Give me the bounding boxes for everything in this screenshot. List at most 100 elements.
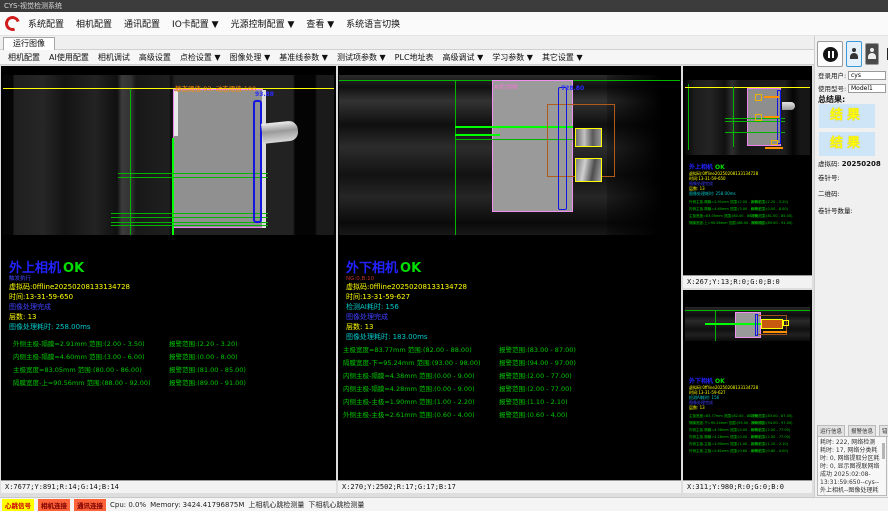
lower-camera-heartbeat: 下相机心跳检测量 xyxy=(308,500,364,510)
result-process-time: 图像处理耗时: 258.00ms xyxy=(9,322,130,332)
thumbnail-image-lower[interactable] xyxy=(685,307,810,341)
measurement-list-upper: 外侧主极-隔膜=2.91mm 范围:(2.00 - 3.50)报警范围:(2.2… xyxy=(13,338,246,390)
heartbeat-badge: 心跳信号 xyxy=(2,499,34,511)
measurement-row: 内侧主极-主极=1.90mm 范围:(1.00 - 2.20)报警范围:(1.1… xyxy=(343,396,576,409)
tool-item[interactable]: 相机调试 xyxy=(98,52,130,63)
camera-image-upper[interactable]: 93.88 静态阈值:93, 动态阈值:100 xyxy=(3,75,334,235)
tool-item[interactable]: 学习参数 ▼ xyxy=(492,52,533,63)
measurement-value: 主极宽度=83.77mm 范围:(82.00 - 88.00) xyxy=(689,413,751,420)
log-scrollbar[interactable] xyxy=(882,443,885,459)
pixel-status-bar-lower: X:270;Y:2502;R:17;G:17;B:17 xyxy=(338,480,681,493)
result-time: 时间:13-31-59-627 xyxy=(346,292,467,302)
result-block-upper: 外上相机OK 触发执行 虚拟码:0ffline20250208133134728… xyxy=(9,262,130,332)
measurement-alarm-range: 报警范围:(89.00 - 91.00) xyxy=(751,220,792,227)
menu-item[interactable]: 系统语言切换 xyxy=(346,17,400,30)
baseline-horizontal-yellow xyxy=(3,88,334,89)
model-row: 使用型号: xyxy=(818,83,886,93)
mini-camera-name: 外下相机 xyxy=(689,378,713,385)
measurement-alarm-range: 报警范围:(2.00 - 77.00) xyxy=(499,383,572,396)
virtual-code-value: 20250208 xyxy=(842,160,881,168)
tab-run-image[interactable]: 运行图像 xyxy=(3,37,55,50)
measurement-row: 内侧主极-隔膜=4.60mm 范围:(3.00 - 6.00)报警范围:(0.0… xyxy=(13,351,246,364)
menu-item[interactable]: 通讯配置 xyxy=(124,17,160,30)
measurement-value: 外侧主极-主极=2.61mm 范围:(0.60 - 4.00) xyxy=(343,409,499,422)
menu-item[interactable]: 相机配置 xyxy=(76,17,112,30)
toolbar: 相机配置 AI使用配置相机调试高级设置点检设置 ▼ 图像处理 ▼ 基准线参数 ▼ 测试项… xyxy=(0,50,888,65)
login-user-input[interactable] xyxy=(848,71,886,80)
measurement-row: 主极宽度=83.77mm 范围:(82.00 - 88.00)报警范围:(83.… xyxy=(689,413,792,420)
measure-line-3a xyxy=(111,222,268,223)
thumbnail-image-upper[interactable] xyxy=(685,80,810,155)
result-ai-time: 检测AI耗时: 156 xyxy=(346,302,467,312)
person-dark-icon xyxy=(867,48,877,60)
measurement-alarm-range: 报警范围:(0.00 - 8.00) xyxy=(169,351,238,364)
thumbnail-result-lower: 外下相机OK 虚拟码:0ffline20250208133134728 时间:1… xyxy=(689,378,792,455)
measurement-row: 主极宽度=83.05mm 范围:(80.00 - 86.00)报警范围:(81.… xyxy=(689,213,792,220)
measurement-row: 内侧主极-隔膜=4.28mm 范围:(0.00 - 9.00)报警范围:(2.0… xyxy=(689,434,792,441)
result-layers: 层数: 13 xyxy=(9,312,130,322)
tool-item[interactable]: 高级设置 xyxy=(139,52,171,63)
operator-button[interactable] xyxy=(865,43,879,65)
camera-image-lower[interactable]: AI检测框 728.80 xyxy=(339,75,680,235)
measurement-value: 隔膜宽度-下=95.24mm 范围:(93.00 - 98.00) xyxy=(689,420,751,427)
tool-item[interactable]: 高级调试 ▼ xyxy=(443,52,484,63)
measurement-value: 隔膜宽度-上=90.56mm 范围:(88.00 - 92.00) xyxy=(689,220,751,227)
measurement-value: 主极宽度=83.05mm 范围:(80.00 - 86.00) xyxy=(689,213,751,220)
sheet-right-bright-edge xyxy=(262,90,266,228)
control-panel: 登录用户: 使用型号: 总结果: 结果 结果 虚拟码: 20250208 卷针号… xyxy=(814,36,888,497)
measurement-value: 外侧主极-隔膜=2.91mm 范围:(2.00 - 3.50) xyxy=(689,199,751,206)
menu-bar: 系统配置相机配置通讯配置 IO卡配置 ▼ 光源控制配置 ▼ 查看 ▼ 系统语言切换 xyxy=(0,12,888,36)
tab-detect-box-2 xyxy=(575,158,602,182)
tab-bar: 运行图像 xyxy=(0,36,888,50)
tool-item[interactable]: 图像处理 ▼ xyxy=(230,52,271,63)
measure-line-2a xyxy=(111,213,268,214)
measurement-alarm-range: 报警范围:(2.20 - 3.20) xyxy=(169,338,238,351)
model-input[interactable] xyxy=(848,84,886,93)
menu-item[interactable]: 光源控制配置 ▼ xyxy=(231,17,295,30)
measurement-value: 主极宽度=83.05mm 范围:(80.00 - 86.00) xyxy=(13,364,169,377)
tool-item[interactable]: PLC地址表 xyxy=(395,52,434,63)
measurement-alarm-range: 报警范围:(1.10 - 2.10) xyxy=(751,441,788,448)
thumbnail-panel-upper: 外上相机OK 虚拟码:0ffline20250208133134728 时间:1… xyxy=(683,66,812,288)
measurement-row: 外侧主极-主极=2.61mm 范围:(0.60 - 4.00)报警范围:(0.6… xyxy=(343,409,576,422)
window-title: CYS-视觉检测系统 xyxy=(4,2,62,10)
tool-item[interactable]: 点检设置 ▼ xyxy=(180,52,221,63)
tool-item[interactable]: 其它设置 ▼ xyxy=(542,52,583,63)
login-user-button[interactable] xyxy=(846,41,862,67)
measurement-alarm-range: 报警范围:(81.00 - 85.00) xyxy=(751,213,792,220)
measurement-row: 隔膜宽度-上=90.56mm 范围:(88.00 - 92.00)报警范围:(8… xyxy=(13,377,246,390)
measurement-value: 外侧主极-主极=2.61mm 范围:(0.60 - 4.00) xyxy=(689,448,751,455)
mini-flag-box-2 xyxy=(755,114,762,121)
menu-item[interactable]: 查看 ▼ xyxy=(306,17,334,30)
login-user-row: 登录用户: xyxy=(818,70,886,80)
result-box-lower: 结果 xyxy=(819,132,875,156)
tool-item[interactable]: 相机配置 xyxy=(8,52,40,63)
measurement-value: 隔膜宽度-下=95.24mm 范围:(93.00 - 98.00) xyxy=(343,357,499,370)
measurement-value: 内侧主极-隔膜=4.28mm 范围:(0.00 - 9.00) xyxy=(689,434,751,441)
pixel-status-bar-thumb-lower: X:311;Y:980;R:0;G:0;B:0 xyxy=(683,480,812,493)
measurement-alarm-range: 报警范围:(1.10 - 2.10) xyxy=(499,396,568,409)
menu-item[interactable]: IO卡配置 ▼ xyxy=(172,17,219,30)
tab-metal-lug xyxy=(261,120,299,144)
mini-measure-bright xyxy=(705,323,761,325)
titlebar[interactable]: CYS-视觉检测系统 xyxy=(0,0,888,12)
measurement-alarm-range: 报警范围:(0.00 - 8.00) xyxy=(751,206,788,213)
baseline-vertical-green xyxy=(455,80,456,235)
tool-item[interactable]: 基准线参数 ▼ xyxy=(279,52,328,63)
camera-panel-upper: 93.88 静态阈值:93, 动态阈值:100 外上相机OK 触发执行 虚拟码:… xyxy=(1,66,336,493)
menu-item[interactable]: 系统配置 xyxy=(28,17,64,30)
ai-box-label: AI检测框 xyxy=(494,82,518,91)
mini-result-status: OK xyxy=(715,164,725,171)
measurement-row: 外侧主极-主极=2.61mm 范围:(0.60 - 4.00)报警范围:(0.6… xyxy=(689,448,792,455)
upper-camera-heartbeat: 上相机心跳检测量 xyxy=(248,500,304,510)
mini-measurement-list-upper: 外侧主极-隔膜=2.91mm 范围:(2.00 - 3.50)报警范围:(2.2… xyxy=(689,199,792,227)
measurement-row: 内侧主极-主极=1.90mm 范围:(1.00 - 2.20)报警范围:(1.1… xyxy=(689,441,792,448)
exit-button[interactable] xyxy=(882,43,888,65)
mini-result-status: OK xyxy=(715,378,725,385)
tool-item[interactable]: 测试项参数 ▼ xyxy=(337,52,386,63)
pause-button[interactable] xyxy=(817,41,843,67)
tab-detect-box-1 xyxy=(575,128,602,147)
reel-count-label: 卷针号数量: xyxy=(818,205,853,215)
tool-item[interactable]: AI使用配置 xyxy=(49,52,89,63)
log-box[interactable]: 耗时: 222, 网络检测耗时: 17, 网络分类耗时: 0, 网络提取分区耗时… xyxy=(817,436,887,496)
